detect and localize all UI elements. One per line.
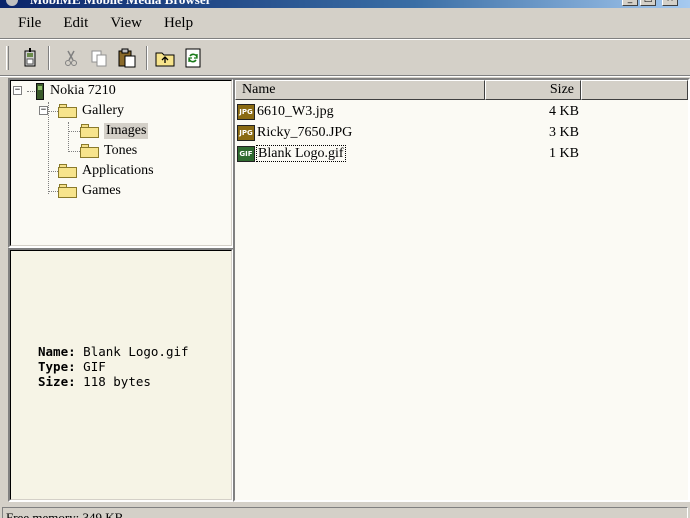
collapse-toggle[interactable]: − — [13, 86, 22, 95]
name-label: Name: — [38, 344, 76, 359]
file-size: 4 KB — [549, 103, 579, 119]
column-header-size[interactable]: Size — [485, 80, 581, 100]
jpg-file-icon: JPG — [237, 124, 255, 141]
file-row[interactable]: JPG 6610_W3.jpg 4 KB — [237, 101, 687, 122]
folder-up-button[interactable] — [154, 47, 176, 69]
folder-up-icon — [155, 52, 175, 67]
tree-line — [48, 111, 58, 112]
file-row-selected[interactable]: GIF Blank Logo.gif 1 KB — [237, 143, 687, 164]
folder-tree-pane[interactable]: − − Nokia 7210 Gallery Images Tones Appl… — [8, 78, 234, 248]
status-text: Free memory: 349 KB — [6, 510, 124, 518]
tree-item-label: Games — [82, 183, 121, 198]
size-value: 118 bytes — [83, 374, 151, 389]
phone-icon — [36, 82, 44, 100]
menu-edit[interactable]: Edit — [63, 15, 88, 32]
size-label: Size: — [38, 374, 76, 389]
file-size: 3 KB — [549, 124, 579, 140]
tree-item-images[interactable]: Images — [80, 121, 149, 141]
gif-file-icon: GIF — [237, 145, 255, 162]
menu-file[interactable]: File — [18, 15, 41, 32]
tree-item-gallery[interactable]: Gallery — [58, 101, 124, 121]
file-name: 6610_W3.jpg — [257, 103, 334, 119]
tree-item-nokia-7210[interactable]: Nokia 7210 — [36, 81, 116, 101]
refresh-icon — [185, 48, 201, 68]
tree-line — [68, 131, 80, 132]
copy-icon — [91, 50, 107, 67]
folder-icon — [80, 144, 100, 158]
menu-bar: File Edit View Help — [0, 8, 690, 38]
refresh-button[interactable] — [182, 47, 204, 69]
folder-icon — [58, 184, 78, 198]
file-size: 1 KB — [549, 145, 579, 161]
file-name: Ricky_7650.JPG — [257, 124, 353, 140]
close-button[interactable]: × — [662, 0, 678, 6]
folder-open-icon — [80, 124, 100, 138]
tree-line — [48, 191, 58, 192]
folder-icon — [58, 104, 78, 118]
jpg-file-icon: JPG — [237, 103, 255, 120]
file-details: Name: Blank Logo.gif Type: GIF Size: 118… — [38, 344, 189, 389]
column-header-filler — [581, 80, 688, 100]
menu-help[interactable]: Help — [164, 15, 193, 32]
file-row[interactable]: JPG Ricky_7650.JPG 3 KB — [237, 122, 687, 143]
maximize-button[interactable]: □ — [640, 0, 656, 6]
tree-item-label: Tones — [104, 143, 138, 158]
menu-view[interactable]: View — [110, 15, 142, 32]
paste-button[interactable] — [116, 47, 138, 69]
toolbar-separator-bottom — [0, 75, 690, 77]
title-bar: MobiME Mobile Media Browser _ □ × — [0, 0, 690, 8]
copy-button[interactable] — [88, 47, 110, 69]
tree-line — [68, 151, 80, 152]
cut-icon — [65, 50, 77, 66]
toolbar-separator — [146, 46, 148, 70]
column-header-name[interactable]: Name — [235, 80, 485, 100]
tree-line — [48, 102, 49, 194]
app-icon — [6, 0, 18, 6]
file-info-pane: Name: Blank Logo.gif Type: GIF Size: 118… — [8, 248, 234, 502]
type-value: GIF — [83, 359, 106, 374]
file-list-pane[interactable]: Name Size JPG 6610_W3.jpg 4 KB JPG Ricky… — [233, 78, 690, 502]
toolbar-separator — [48, 46, 50, 70]
tree-item-applications[interactable]: Applications — [58, 161, 154, 181]
tree-item-label: Applications — [82, 163, 154, 178]
tree-line — [68, 122, 69, 152]
collapse-toggle[interactable]: − — [39, 106, 48, 115]
tree-item-label: Images — [104, 123, 149, 139]
tree-line — [48, 171, 58, 172]
tree-item-label: Gallery — [82, 103, 124, 118]
folder-icon — [58, 164, 78, 178]
file-name: Blank Logo.gif — [256, 144, 346, 162]
type-label: Type: — [38, 359, 76, 374]
tree-item-games[interactable]: Games — [58, 181, 121, 201]
paste-icon — [118, 48, 136, 68]
phone-button[interactable] — [20, 47, 42, 69]
tree-item-label: Nokia 7210 — [50, 83, 116, 98]
tree-item-tones[interactable]: Tones — [80, 141, 137, 161]
minimize-button[interactable]: _ — [622, 0, 638, 6]
window-title: MobiME Mobile Media Browser — [30, 0, 211, 8]
name-value: Blank Logo.gif — [83, 344, 189, 359]
cut-button[interactable] — [60, 47, 82, 69]
toolbar-grip[interactable] — [6, 46, 9, 70]
toolbar — [0, 40, 690, 76]
phone-icon — [24, 48, 36, 67]
status-bar: Free memory: 349 KB — [0, 505, 690, 518]
list-header: Name Size — [235, 80, 688, 100]
